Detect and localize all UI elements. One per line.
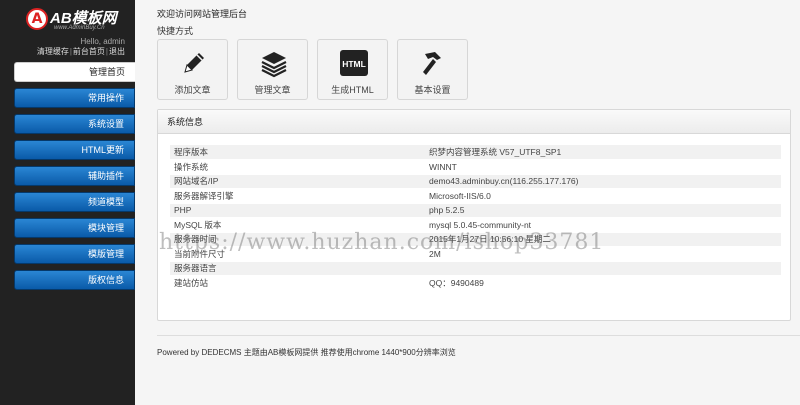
menu-item-system[interactable]: 系统设置	[14, 114, 135, 134]
logo[interactable]: A AB模板网 www.AdminBuy.Cn	[22, 6, 132, 32]
menu-item-plugins[interactable]: 辅助插件	[14, 166, 135, 186]
table-row: PHP php 5.2.5	[170, 203, 781, 218]
info-value: php 5.2.5	[425, 203, 781, 218]
info-key: PHP	[170, 203, 425, 218]
table-row: 建站仿站 QQ：9490489	[170, 275, 781, 291]
menu-item-dashboard[interactable]: 管理首页	[14, 62, 135, 82]
logo-mark: A	[26, 8, 48, 30]
menu-item-copyright[interactable]: 版权信息	[14, 270, 135, 290]
info-value: 织梦内容管理系统 V57_UTF8_SP1	[425, 145, 781, 160]
main-content: 欢迎访问网站管理后台 快捷方式 添加文章 管理文章 HTML 生成HTML 基本…	[135, 0, 800, 405]
sidebar: A AB模板网 www.AdminBuy.Cn Hello, admin 清理缓…	[0, 0, 135, 405]
menu-item-channel[interactable]: 频道模型	[14, 192, 135, 212]
table-row: 网站域名/IP demo43.adminbuy.cn(116.255.177.17…	[170, 174, 781, 189]
pencil-icon	[184, 53, 204, 73]
manage-articles-button[interactable]: 管理文章	[237, 39, 308, 100]
menu-item-html[interactable]: HTML更新	[14, 140, 135, 160]
info-value: WINNT	[425, 159, 781, 175]
menu-item-templates[interactable]: 模版管理	[14, 244, 135, 264]
clear-cache-link[interactable]: 清理缓存	[37, 47, 69, 56]
info-value: demo43.adminbuy.cn(116.255.177.176)	[425, 174, 781, 189]
info-value: Microsoft-IIS/6.0	[425, 188, 781, 204]
info-value	[425, 261, 781, 276]
watermark: https://www.huzhan.com/ishop33781	[159, 230, 605, 255]
info-key: 服务器语言	[170, 261, 425, 276]
svg-text:HTML: HTML	[342, 59, 366, 69]
top-links: 清理缓存|前台首页|退出	[36, 47, 125, 56]
logout-link[interactable]: 退出	[109, 47, 125, 56]
frontend-home-link[interactable]: 前台首页	[73, 47, 105, 56]
table-row: 服务器语言	[170, 261, 781, 276]
add-article-button[interactable]: 添加文章	[157, 39, 228, 100]
sidebar-menu: 管理首页 常用操作 系统设置 HTML更新 辅助插件 频道模型 模块管理 模版管…	[14, 62, 135, 296]
info-key: 网站域名/IP	[170, 174, 425, 189]
stack-icon	[261, 52, 287, 78]
logo-subtitle: www.AdminBuy.Cn	[54, 25, 105, 31]
table-row: 程序版本 织梦内容管理系统 V57_UTF8_SP1	[170, 145, 781, 160]
basic-settings-button[interactable]: 基本设置	[397, 39, 468, 100]
shortcuts-title: 快捷方式	[157, 26, 194, 36]
html-icon: HTML	[340, 50, 368, 76]
generate-html-button[interactable]: HTML 生成HTML	[317, 39, 388, 100]
panel-title: 系统信息	[158, 110, 790, 134]
welcome-text: 欢迎访问网站管理后台	[157, 9, 248, 19]
footer-text: Powered by DEDECMS 主题由AB模板网提供 推荐使用chrome…	[157, 348, 456, 357]
table-row: 操作系统 WINNT	[170, 159, 781, 175]
greeting: Hello, admin	[80, 37, 125, 46]
system-info-panel: 系统信息 程序版本 织梦内容管理系统 V57_UTF8_SP1 操作系统 WINNT 网…	[157, 109, 791, 321]
info-key: 程序版本	[170, 145, 425, 160]
menu-item-common[interactable]: 常用操作	[14, 88, 135, 108]
info-value: QQ：9490489	[425, 275, 781, 291]
table-row: 服务器解译引擎 Microsoft-IIS/6.0	[170, 188, 781, 204]
info-key: 操作系统	[170, 159, 425, 175]
info-key: 服务器解译引擎	[170, 188, 425, 204]
menu-item-modules[interactable]: 模块管理	[14, 218, 135, 238]
divider	[157, 335, 800, 336]
hammer-icon	[423, 52, 441, 75]
info-key: 建站仿站	[170, 275, 425, 291]
system-info-table: 程序版本 织梦内容管理系统 V57_UTF8_SP1 操作系统 WINNT 网站域名/I…	[170, 145, 781, 291]
